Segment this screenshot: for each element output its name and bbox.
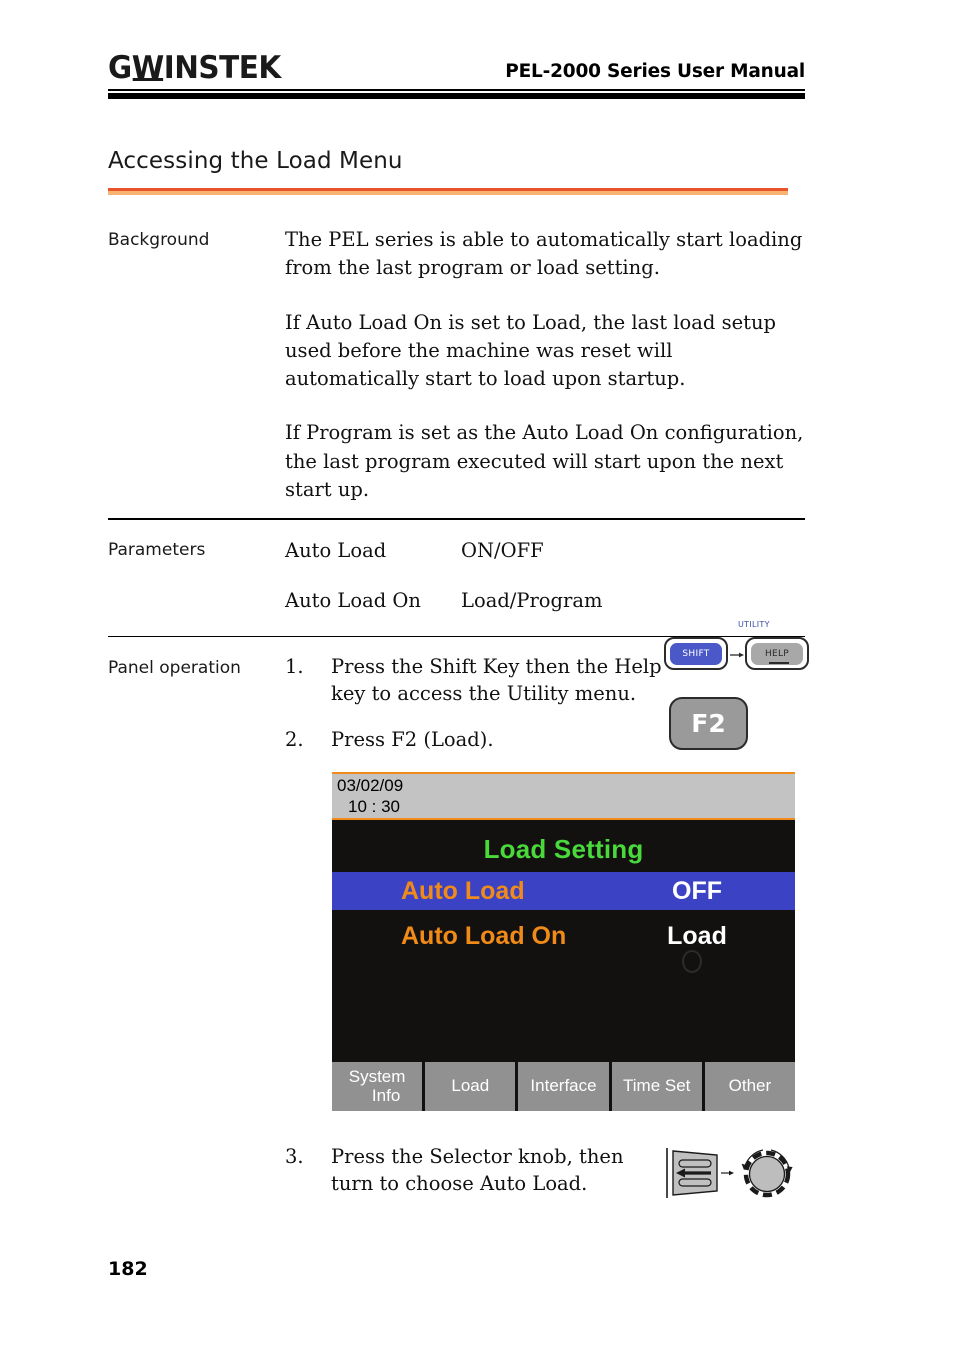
background-paragraph: The PEL series is able to automatically … [285, 228, 803, 280]
lcd-menu-item-value: OFF [672, 876, 722, 905]
lcd-screen-graphic: 03/02/09 10 : 30 Load Setting Auto Load … [332, 772, 796, 1111]
shift-help-key-graphic: UTILITY SHIFT HELP [664, 620, 809, 675]
shift-key[interactable]: SHIFT [664, 637, 728, 670]
step-number: 3. [285, 1145, 304, 1168]
softkey-label-line1: Load [451, 1076, 490, 1096]
softkey-other[interactable]: Other [704, 1062, 796, 1111]
parameter-entry: Auto Load On Load/Program [285, 586, 805, 615]
arrow-right-icon [730, 652, 744, 658]
parameter-name: Auto Load [285, 539, 387, 563]
page-header: GWINSTEK PEL-2000 Series User Manual [108, 44, 805, 99]
lcd-cursor-artifact [682, 950, 702, 973]
parameter-value: Load/Program [461, 589, 603, 613]
help-key-label: HELP [751, 642, 803, 665]
lcd-status-bar: 03/02/09 10 : 30 [332, 772, 795, 820]
parameter-entry: Auto Load ON/OFF [285, 536, 805, 565]
step-3-block: 3. Press the Selector knob, then turn to… [285, 1144, 655, 1198]
logo-text-gw: G [108, 50, 132, 86]
softkey-interface[interactable]: Interface [518, 1062, 609, 1111]
f2-key-label: F2 [691, 709, 726, 738]
background-label: Background [108, 230, 210, 250]
shift-key-label: SHIFT [670, 642, 722, 665]
parameter-value: ON/OFF [461, 539, 544, 563]
logo-text-instek: INSTEK [163, 50, 281, 86]
softkey-label-line1: Interface [530, 1076, 597, 1096]
lcd-menu-item-label: Auto Load [401, 876, 525, 905]
step-item: 3. Press the Selector knob, then turn to… [285, 1144, 655, 1198]
divider-after-background [108, 518, 805, 521]
softkey-label-line2: Info [371, 1085, 401, 1105]
panel-operation-label: Panel operation [108, 658, 241, 679]
knob-rotate-icon [741, 1149, 793, 1198]
background-paragraph: If Program is set as the Auto Load On co… [285, 421, 804, 501]
softkey-load[interactable]: Load [425, 1062, 516, 1111]
section-heading-block: Accessing the Load Menu [108, 148, 788, 195]
parameters-body: Auto Load ON/OFF Auto Load On Load/Progr… [285, 536, 805, 616]
selector-knob-graphic [666, 1148, 793, 1198]
page-title: Accessing the Load Menu [108, 148, 403, 174]
background-body: The PEL series is able to automatically … [285, 226, 805, 504]
header-rule-thin [108, 89, 805, 91]
lcd-time: 10 : 30 [348, 796, 400, 816]
manual-title: PEL-2000 Series User Manual [505, 60, 805, 82]
softkey-label-line1: Time Set [623, 1076, 691, 1096]
parameters-label: Parameters [108, 540, 206, 561]
logo-text-w: W [131, 50, 164, 86]
step-text: Press F2 (Load). [331, 728, 494, 752]
header-row: GWINSTEK PEL-2000 Series User Manual [108, 44, 805, 84]
step-number: 1. [285, 655, 304, 679]
background-row: Background The PEL series is able to aut… [108, 226, 805, 504]
parameters-row: Parameters Auto Load ON/OFF Auto Load On… [108, 536, 805, 616]
help-key-underline [769, 662, 789, 664]
softkey-system-info[interactable]: System Info [332, 1062, 423, 1111]
gwinstek-logo: GWINSTEK [108, 53, 281, 84]
lcd-softkey-bar: System Info Load Interface Time Set Othe… [332, 1062, 796, 1111]
lcd-date: 03/02/09 [337, 776, 404, 795]
arrow-right-icon [721, 1170, 734, 1176]
section-rule-bottom [108, 191, 788, 195]
softkey-label-line1: Other [728, 1076, 772, 1096]
softkey-time-set[interactable]: Time Set [611, 1062, 702, 1111]
step-number: 2. [285, 728, 304, 752]
background-paragraph: If Auto Load On is set to Load, the last… [285, 310, 777, 391]
step-text: Press the Selector knob, then turn to ch… [331, 1145, 624, 1195]
lcd-menu-item-label: Auto Load On [401, 921, 567, 950]
help-key[interactable]: HELP [745, 637, 809, 670]
lcd-menu-item-auto-load-on[interactable]: Auto Load On Load [332, 917, 795, 955]
lcd-heading: Load Setting [483, 834, 644, 864]
step-text: Press the Shift Key then the Help key to… [331, 655, 662, 706]
knob-side-view-icon [666, 1148, 718, 1198]
lcd-main-area: Load Setting Auto Load OFF Auto Load On … [332, 820, 795, 1062]
header-rule-thick [108, 92, 805, 99]
parameter-name: Auto Load On [285, 589, 421, 613]
lcd-menu-item-auto-load[interactable]: Auto Load OFF [332, 872, 795, 910]
f2-key[interactable]: F2 [669, 697, 748, 750]
lcd-menu-item-value: Load [667, 921, 727, 950]
utility-label: UTILITY [738, 620, 770, 629]
page-number: 182 [108, 1258, 148, 1280]
softkey-label-line1: System [348, 1067, 406, 1087]
